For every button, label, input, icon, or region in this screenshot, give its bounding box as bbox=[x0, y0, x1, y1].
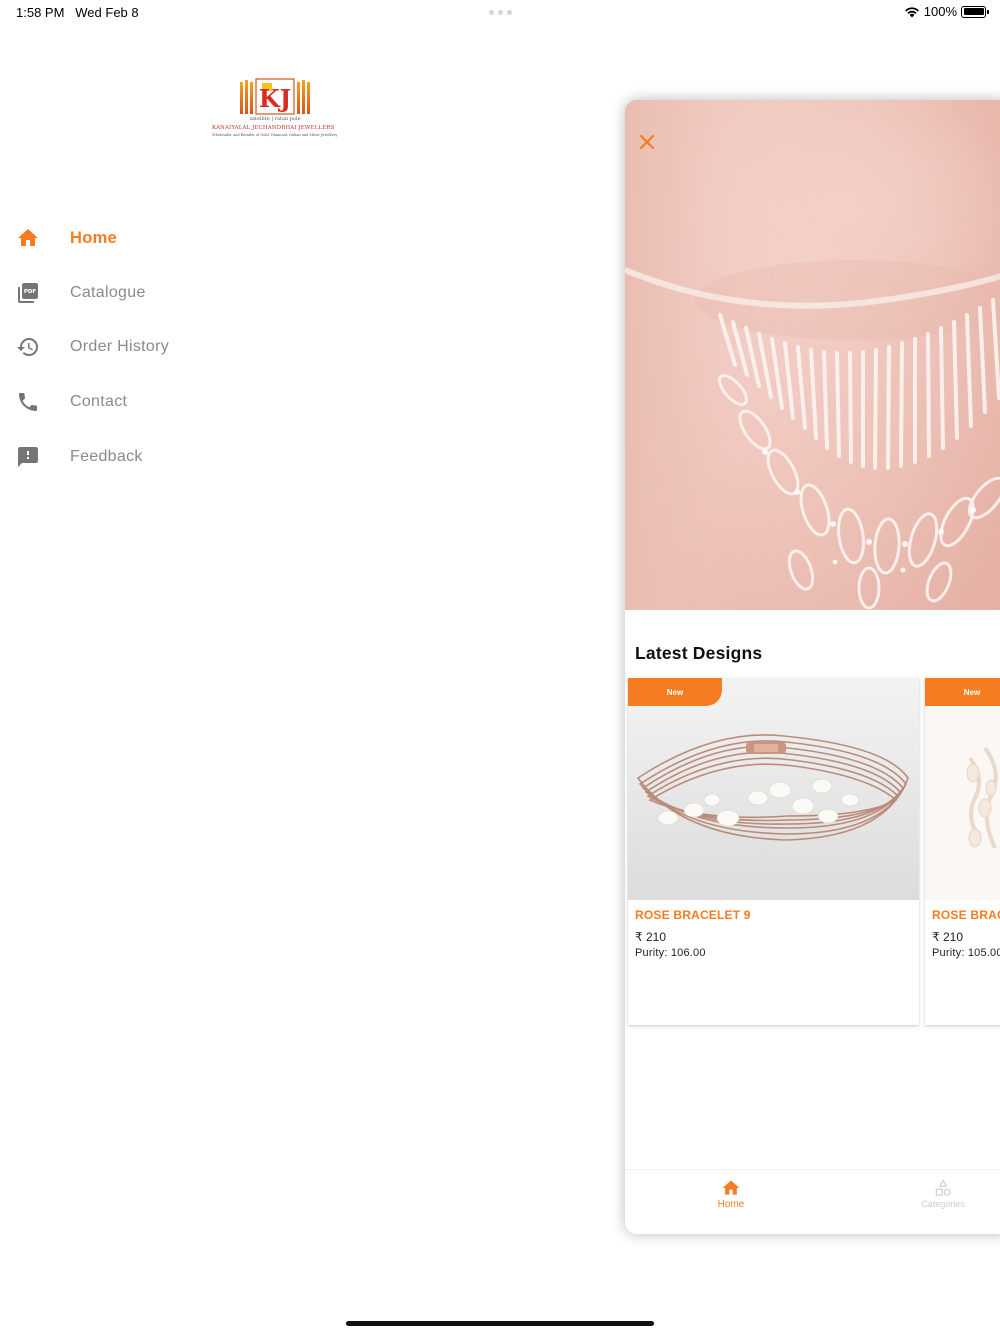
home-icon bbox=[722, 1180, 740, 1195]
menu-item-catalogue[interactable]: PDF Catalogue bbox=[0, 266, 400, 321]
menu-item-home[interactable]: Home bbox=[0, 211, 400, 266]
battery-icon bbox=[961, 5, 989, 18]
home-icon bbox=[18, 229, 38, 247]
pdf-icon: PDF bbox=[18, 282, 38, 303]
multitasking-dots-icon[interactable] bbox=[489, 10, 512, 15]
feedback-icon bbox=[18, 446, 38, 467]
product-price: ₹ 210 bbox=[932, 930, 963, 944]
nav-label: Home bbox=[717, 1199, 745, 1210]
product-purity: Purity: 105.00 bbox=[932, 947, 1000, 959]
logo-emblem: KJ bbox=[240, 78, 310, 115]
battery-percent: 100% bbox=[923, 4, 957, 19]
home-indicator[interactable] bbox=[346, 1321, 654, 1326]
product-name: ROSE BRACELET 10 bbox=[932, 908, 1000, 922]
product-card[interactable]: New ROSE BRACELET 9 ₹ 210 Purity: 106.00 bbox=[628, 678, 919, 1025]
status-time: 1:58 PM Wed Feb 8 bbox=[16, 5, 139, 20]
brand-logo: KJ satellite | ratan pole KANAIYALAL JEC… bbox=[210, 78, 340, 142]
drawer-menu: Home PDF Catalogue Order History Contact… bbox=[0, 211, 400, 484]
wifi-icon bbox=[904, 6, 919, 17]
logo-monogram: KJ bbox=[259, 84, 291, 113]
new-badge: New bbox=[628, 678, 722, 706]
home-screen-panel[interactable]: Latest Designs New ROSE BRACELET 9 ₹ 210… bbox=[625, 100, 1000, 1234]
menu-item-label: Home bbox=[70, 228, 118, 247]
status-right: 100% bbox=[904, 4, 989, 19]
logo-subtitle: Wholesaler and Retailer of Gold, Diamond… bbox=[212, 133, 338, 137]
product-name: ROSE BRACELET 9 bbox=[635, 908, 751, 922]
history-icon bbox=[17, 338, 38, 357]
product-purity: Purity: 106.00 bbox=[635, 947, 706, 959]
menu-item-label: Contact bbox=[70, 393, 128, 411]
status-bar: 1:58 PM Wed Feb 8 100% bbox=[0, 0, 1000, 24]
menu-item-label: Order History bbox=[70, 338, 170, 356]
close-icon[interactable] bbox=[635, 130, 659, 154]
product-card[interactable]: New ROSE BRACELET 10 ₹ 210 Purity: 105.0… bbox=[925, 678, 1000, 1025]
logo-name: KANAIYALAL JECHANDBHAI JEWELLERS bbox=[212, 125, 335, 131]
necklace-image bbox=[625, 100, 1000, 610]
hero-banner-image[interactable] bbox=[625, 100, 1000, 610]
menu-item-order-history[interactable]: Order History bbox=[0, 320, 400, 375]
svg-text:PDF: PDF bbox=[24, 289, 37, 295]
product-image: New bbox=[628, 678, 919, 900]
new-badge: New bbox=[925, 678, 1000, 706]
menu-item-label: Feedback bbox=[70, 447, 143, 465]
section-title: Latest Designs bbox=[635, 643, 763, 663]
menu-item-feedback[interactable]: Feedback bbox=[0, 429, 400, 484]
nav-label: Categories bbox=[921, 1199, 965, 1209]
logo-tagline: satellite | ratan pole bbox=[249, 116, 301, 122]
nav-categories[interactable]: Categories bbox=[893, 1178, 993, 1209]
nav-home[interactable]: Home bbox=[681, 1178, 781, 1210]
menu-item-contact[interactable]: Contact bbox=[0, 375, 400, 430]
menu-item-label: Catalogue bbox=[70, 283, 146, 301]
product-image: New bbox=[925, 678, 1000, 900]
product-price: ₹ 210 bbox=[635, 930, 666, 944]
categories-icon bbox=[935, 1179, 951, 1196]
phone-icon bbox=[19, 393, 37, 412]
bottom-nav: Home Categories bbox=[625, 1169, 1000, 1234]
